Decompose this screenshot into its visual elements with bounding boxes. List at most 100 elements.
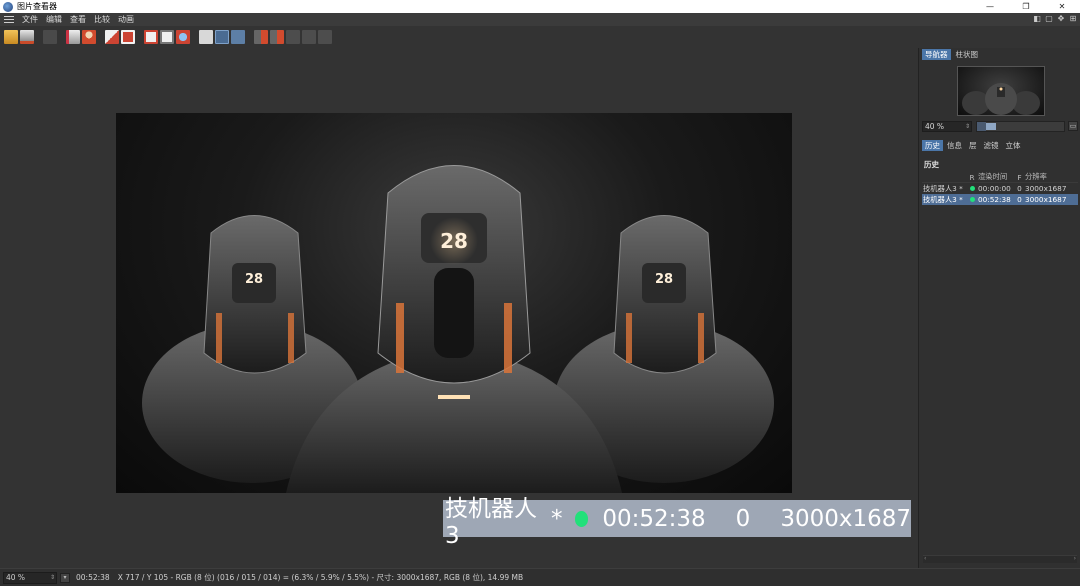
minimize-button[interactable]: — (972, 0, 1008, 13)
title-bar: 图片查看器 — ❐ ✕ (0, 0, 1080, 13)
status-zoom-value: 40 % (6, 572, 26, 582)
panel-toggle-icon[interactable]: ◧ (1033, 14, 1041, 24)
callout-frame: 0 (735, 505, 751, 532)
table-row[interactable]: 技机器人3 * 00:00:00 0 3000x1687 (922, 183, 1078, 194)
reset-icon[interactable] (318, 30, 332, 44)
save-icon[interactable] (20, 30, 34, 44)
menu-animation[interactable]: 动画 (114, 14, 138, 25)
zoom-fit-button[interactable]: ▭ (1068, 121, 1078, 131)
row-frame: 0 (1017, 195, 1022, 204)
callout-resolution: 3000x1687 (780, 505, 911, 532)
hamburger-icon[interactable] (4, 15, 14, 24)
history-table: R 渲染时间 F 分辨率 技机器人3 * 00:00:00 0 3000x168… (922, 172, 1078, 205)
maximize-button[interactable]: ❐ (1008, 0, 1044, 13)
menu-edit[interactable]: 编辑 (42, 14, 66, 25)
col-header-resolution[interactable]: 分辨率 (1025, 172, 1071, 182)
status-pixel-info: X 717 / Y 105 - RGB (8 位) (016 / 015 / 0… (117, 573, 524, 582)
close-button[interactable]: ✕ (1044, 0, 1080, 13)
row-resolution: 3000x1687 (1025, 195, 1067, 204)
menu-file[interactable]: 文件 (18, 14, 42, 25)
navigator-zoom-slider[interactable] (976, 120, 1065, 132)
rendered-image[interactable]: 28 28 28 (116, 113, 792, 493)
window-icon[interactable] (144, 30, 158, 44)
fullscreen-icon[interactable]: ▢ (1045, 14, 1053, 24)
tab-filters[interactable]: 滤镜 (981, 140, 1002, 151)
history-table-header: R 渲染时间 F 分辨率 (922, 172, 1078, 183)
scroll-right-icon[interactable]: › (1074, 555, 1076, 562)
split-a-icon[interactable] (215, 30, 229, 44)
status-dot-icon (969, 197, 975, 202)
callout-time: 00:52:38 (602, 505, 706, 532)
ab-compare-icon[interactable] (199, 30, 213, 44)
navigator-zoom-value: 40 % (925, 121, 945, 131)
delete-icon[interactable] (43, 30, 57, 44)
menu-bar: 文件 编辑 查看 比较 动画 ◧ ▢ ✥ ⊞ (0, 13, 1080, 26)
center-number-label: 28 (440, 229, 468, 253)
spin-arrows-icon[interactable]: ⇕ (50, 573, 55, 583)
navigator-thumbnail[interactable] (957, 66, 1045, 116)
tab-navigator[interactable]: 导航器 (922, 48, 951, 60)
globe-icon[interactable] (176, 30, 190, 44)
tab-stereo[interactable]: 立体 (1003, 140, 1024, 151)
toolbar (0, 26, 1080, 48)
right-number-label: 28 (655, 272, 673, 287)
zoom-dropdown-button[interactable]: ▾ (60, 572, 70, 583)
row-status (966, 197, 978, 202)
col-header-r[interactable]: R (966, 173, 978, 182)
center-robot (286, 165, 622, 493)
status-render-time: 00:52:38 (76, 573, 110, 582)
grid-icon[interactable] (286, 30, 300, 44)
panel-tabs: 历史 信息 层 滤镜 立体 (919, 140, 1024, 151)
callout-star: * (551, 505, 563, 532)
status-zoom-input[interactable]: 40 % ⇕ (3, 571, 57, 584)
callout-name: 技机器人3 (445, 495, 537, 549)
window-title: 图片查看器 (17, 2, 57, 11)
row-status (966, 186, 978, 191)
row-name: 技机器人3 * (923, 183, 963, 193)
row-frame: 0 (1017, 184, 1022, 193)
left-number-label: 28 (245, 272, 263, 287)
copy-icon[interactable] (105, 30, 119, 44)
row-time: 00:00:00 (978, 184, 1011, 193)
zoom-slider-knob[interactable] (986, 122, 996, 130)
tab-info[interactable]: 信息 (944, 140, 965, 151)
user-icon[interactable] (82, 30, 96, 44)
tab-histogram[interactable]: 柱状图 (953, 49, 982, 60)
menu-view[interactable]: 查看 (66, 14, 90, 25)
spin-arrows-icon[interactable]: ⇕ (965, 122, 970, 131)
scroll-left-icon[interactable]: ‹ (924, 555, 926, 562)
thumbnail-art (962, 83, 1040, 115)
crop-icon[interactable] (66, 30, 80, 44)
window-alt-icon[interactable] (160, 30, 174, 44)
history-scrollbar[interactable]: ‹ › (923, 555, 1077, 563)
swap-icon[interactable] (302, 30, 316, 44)
col-header-f[interactable]: F (1014, 173, 1025, 182)
region-a-icon[interactable] (254, 30, 268, 44)
status-dot-icon (574, 510, 589, 527)
col-header-time[interactable]: 渲染时间 (978, 172, 1014, 182)
row-name: 技机器人3 * (923, 194, 963, 204)
menu-compare[interactable]: 比较 (90, 14, 114, 25)
split-b-icon[interactable] (231, 30, 245, 44)
dock-icon[interactable]: ⊞ (1069, 14, 1077, 24)
status-bar: 40 % ⇕ ▾ 00:52:38 X 717 / Y 105 - RGB (8… (0, 568, 1080, 586)
open-icon[interactable] (4, 30, 18, 44)
row-time: 00:52:38 (978, 195, 1011, 204)
status-dot-icon (969, 186, 975, 191)
navigator-tabs: 导航器 柱状图 (919, 48, 1080, 60)
robot-render-art: 28 28 28 (142, 165, 774, 493)
right-panel: 导航器 柱状图 40 % ⇕ ▭ 历史 信息 层 滤镜 立体 历史 R 渲染时间… (918, 48, 1080, 568)
region-b-icon[interactable] (270, 30, 284, 44)
tab-layers[interactable]: 层 (966, 140, 980, 151)
paste-icon[interactable] (121, 30, 135, 44)
tab-history[interactable]: 历史 (922, 140, 943, 151)
history-row-callout: 技机器人3 * 00:52:38 0 3000x1687 (443, 496, 911, 549)
history-section-title: 历史 (924, 160, 939, 169)
navigator-zoom-input[interactable]: 40 % ⇕ (922, 120, 972, 132)
move-icon[interactable]: ✥ (1057, 14, 1065, 24)
window-controls: — ❐ ✕ (972, 0, 1080, 13)
app-icon (3, 1, 13, 12)
table-row-selected[interactable]: 技机器人3 * 00:52:38 0 3000x1687 (922, 194, 1078, 205)
row-resolution: 3000x1687 (1025, 184, 1067, 193)
navigator-zoom-row: 40 % ⇕ ▭ (922, 120, 1078, 132)
